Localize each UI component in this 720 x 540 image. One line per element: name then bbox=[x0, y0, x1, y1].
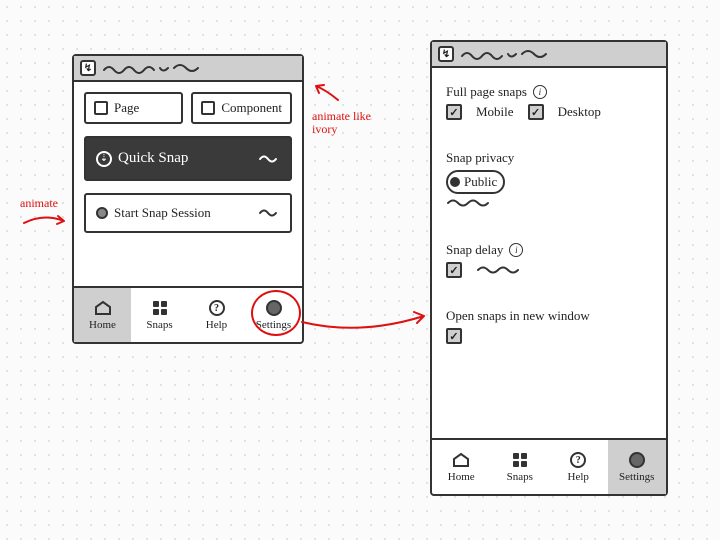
radio-dot-icon bbox=[450, 177, 460, 187]
privacy-title: Snap privacy bbox=[446, 150, 514, 166]
section-open-new-window: Open snaps in new window ✓ bbox=[446, 308, 652, 344]
home-icon bbox=[94, 299, 112, 317]
section-privacy: Snap privacy Public bbox=[446, 150, 652, 212]
nav-snaps-label: Snaps bbox=[146, 319, 172, 331]
nav-settings-label: Settings bbox=[256, 319, 291, 331]
nav-help[interactable]: ? Help bbox=[188, 288, 245, 342]
help-icon: ? bbox=[569, 451, 587, 469]
app-logo-icon: ↯ bbox=[438, 46, 454, 62]
settings-panel: ↯ Full page snaps i ✓ Mobile ✓ Desktop S… bbox=[430, 40, 668, 496]
nav-snaps-label: Snaps bbox=[507, 471, 533, 483]
component-label: Component bbox=[221, 100, 282, 116]
nav-help[interactable]: ? Help bbox=[549, 440, 608, 494]
settings-body: Full page snaps i ✓ Mobile ✓ Desktop Sna… bbox=[432, 68, 666, 362]
nav-bar: Home Snaps ? Help Settings bbox=[432, 438, 666, 494]
title-squiggle-icon bbox=[460, 48, 660, 60]
snaps-icon bbox=[511, 451, 529, 469]
full-page-title: Full page snaps bbox=[446, 84, 527, 100]
privacy-radio-public[interactable]: Public bbox=[446, 170, 505, 194]
mobile-checkbox[interactable]: ✓ bbox=[446, 104, 462, 120]
delay-title: Snap delay bbox=[446, 242, 503, 258]
nav-settings[interactable]: Settings bbox=[245, 288, 302, 342]
page-icon bbox=[94, 101, 108, 115]
arrow-icon bbox=[300, 308, 430, 338]
privacy-value: Public bbox=[464, 174, 497, 190]
settings-icon bbox=[628, 451, 646, 469]
nav-home-label: Home bbox=[448, 471, 475, 483]
component-button[interactable]: Component bbox=[191, 92, 292, 124]
help-icon: ? bbox=[208, 299, 226, 317]
desktop-label: Desktop bbox=[558, 104, 601, 120]
snap-type-row: Page Component bbox=[84, 92, 292, 124]
home-body: Page Component ⇣ Quick Snap Start Snap S… bbox=[74, 82, 302, 233]
start-session-label: Start Snap Session bbox=[114, 205, 211, 221]
annotation-animate-left: animate bbox=[20, 196, 68, 239]
app-logo-icon: ↯ bbox=[80, 60, 96, 76]
nav-home[interactable]: Home bbox=[74, 288, 131, 342]
open-new-window-title: Open snaps in new window bbox=[446, 308, 590, 324]
mobile-label: Mobile bbox=[476, 104, 514, 120]
annotation-arrow-to-settings bbox=[300, 308, 430, 342]
settings-icon bbox=[265, 299, 283, 317]
arrow-icon bbox=[20, 211, 68, 235]
titlebar: ↯ bbox=[74, 56, 302, 82]
section-delay: Snap delay i ✓ bbox=[446, 242, 652, 278]
delay-checkbox[interactable]: ✓ bbox=[446, 262, 462, 278]
record-dot-icon bbox=[96, 207, 108, 219]
quick-snap-squiggle-icon bbox=[258, 154, 280, 164]
start-session-button[interactable]: Start Snap Session bbox=[84, 193, 292, 233]
nav-home-label: Home bbox=[89, 319, 116, 331]
nav-home[interactable]: Home bbox=[432, 440, 491, 494]
start-session-squiggle-icon bbox=[258, 208, 280, 218]
nav-snaps[interactable]: Snaps bbox=[491, 440, 550, 494]
privacy-squiggle-icon bbox=[446, 198, 516, 208]
section-full-page: Full page snaps i ✓ Mobile ✓ Desktop bbox=[446, 84, 652, 120]
quick-snap-button[interactable]: ⇣ Quick Snap bbox=[84, 136, 292, 181]
nav-help-label: Help bbox=[206, 319, 227, 331]
component-icon bbox=[201, 101, 215, 115]
annotation-animate-right: animate like ivory bbox=[312, 82, 372, 136]
home-icon bbox=[452, 451, 470, 469]
titlebar: ↯ bbox=[432, 42, 666, 68]
nav-settings[interactable]: Settings bbox=[608, 440, 667, 494]
nav-settings-label: Settings bbox=[619, 471, 654, 483]
quick-snap-icon: ⇣ bbox=[96, 151, 112, 167]
quick-snap-label: Quick Snap bbox=[118, 150, 188, 167]
nav-snaps[interactable]: Snaps bbox=[131, 288, 188, 342]
open-new-window-checkbox[interactable]: ✓ bbox=[446, 328, 462, 344]
nav-bar: Home Snaps ? Help Settings bbox=[74, 286, 302, 342]
page-button[interactable]: Page bbox=[84, 92, 183, 124]
info-icon[interactable]: i bbox=[509, 243, 523, 257]
title-squiggle-icon bbox=[102, 62, 296, 74]
page-label: Page bbox=[114, 100, 139, 116]
arrow-icon bbox=[312, 82, 342, 106]
home-panel: ↯ Page Component ⇣ Quick Snap Start Snap… bbox=[72, 54, 304, 344]
nav-help-label: Help bbox=[568, 471, 589, 483]
snaps-icon bbox=[151, 299, 169, 317]
delay-squiggle-icon bbox=[476, 265, 546, 275]
desktop-checkbox[interactable]: ✓ bbox=[528, 104, 544, 120]
info-icon[interactable]: i bbox=[533, 85, 547, 99]
